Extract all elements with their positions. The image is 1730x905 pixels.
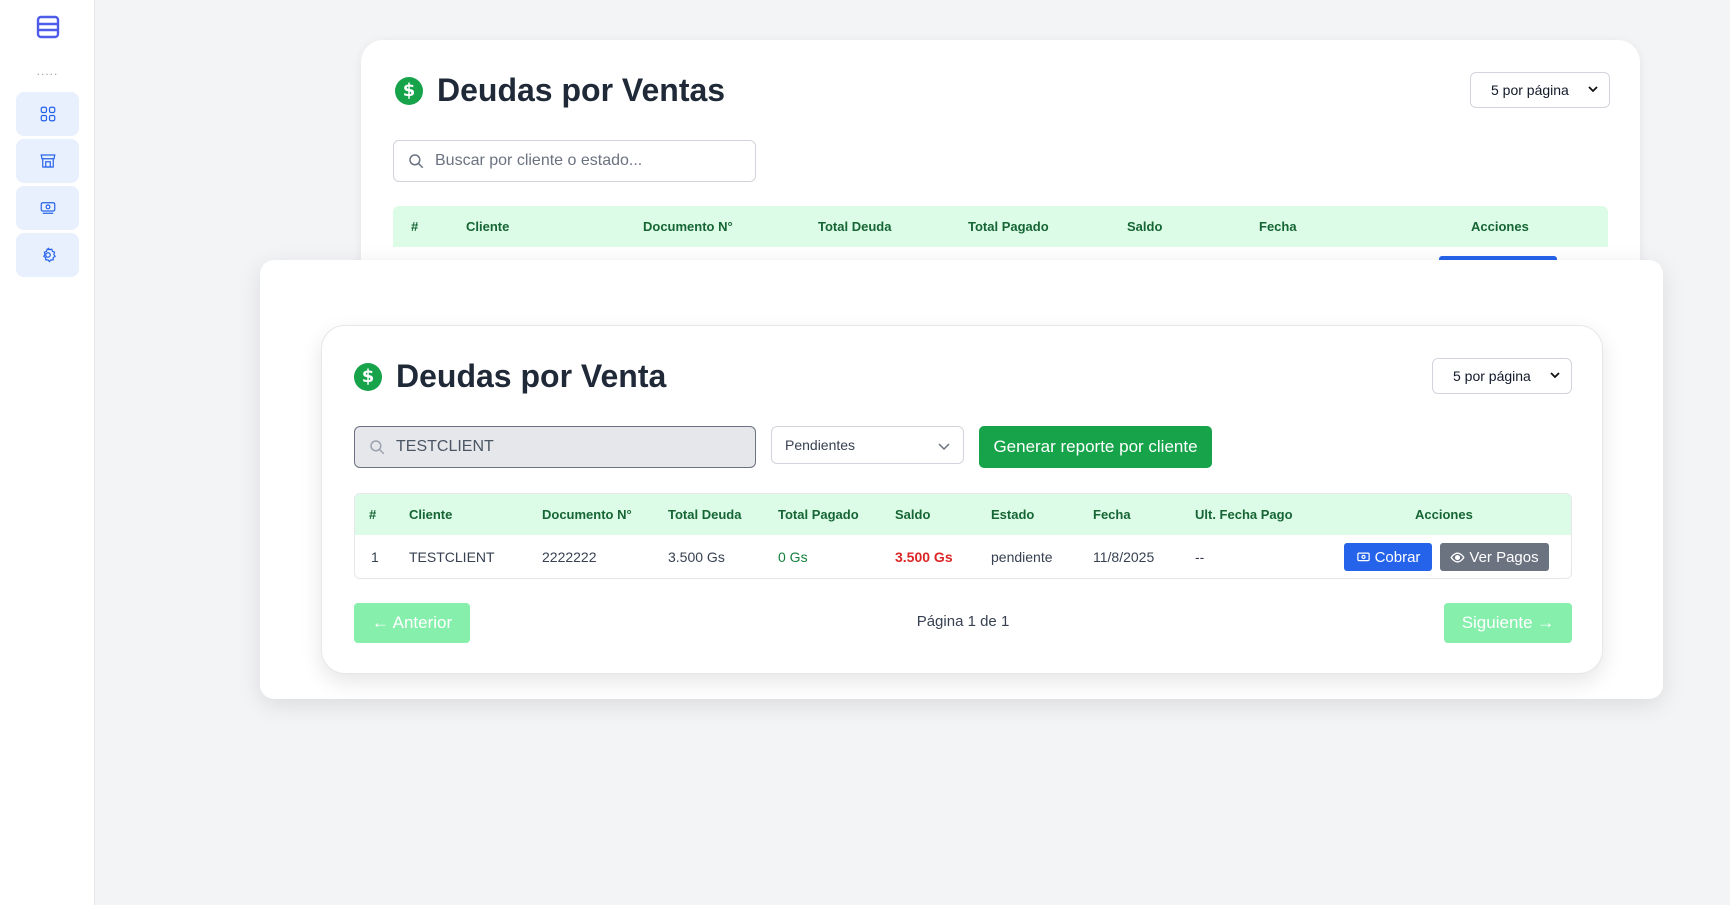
search-icon bbox=[409, 154, 424, 169]
search-placeholder: Buscar por cliente o estado... bbox=[435, 152, 643, 169]
modal-title: Deudas por Venta bbox=[396, 358, 667, 394]
database-menu-icon[interactable] bbox=[36, 15, 60, 39]
ver-pagos-button[interactable]: Ver Pagos bbox=[1440, 543, 1549, 571]
cash-icon bbox=[40, 202, 55, 214]
sidebar: ..... bbox=[0, 0, 95, 905]
col-cliente: Cliente bbox=[466, 219, 510, 234]
col-total-pagado: Total Pagado bbox=[968, 219, 1049, 234]
col-acciones: Acciones bbox=[1415, 507, 1473, 522]
ver-pagos-label: Ver Pagos bbox=[1469, 548, 1539, 566]
sidebar-item-settings[interactable] bbox=[16, 233, 79, 277]
store-icon bbox=[40, 154, 55, 168]
col-num: # bbox=[411, 219, 419, 234]
cell-total-pagado: 0 Gs bbox=[778, 549, 808, 565]
col-fecha: Fecha bbox=[1259, 219, 1297, 234]
cell-saldo: 3.500 Gs bbox=[895, 549, 953, 565]
chevron-down-icon bbox=[1588, 86, 1598, 93]
col-documento: Documento N° bbox=[542, 507, 632, 522]
dollar-icon: $ bbox=[395, 76, 423, 105]
cobrar-label: Cobrar bbox=[1374, 548, 1421, 566]
cell-fecha: 11/8/2025 bbox=[1093, 549, 1155, 565]
per-page-value: 5 por página bbox=[1453, 368, 1531, 384]
sidebar-item-dashboard[interactable] bbox=[16, 92, 79, 136]
col-saldo: Saldo bbox=[1127, 219, 1163, 234]
search-icon bbox=[370, 440, 385, 455]
cobrar-button[interactable]: Cobrar bbox=[1344, 543, 1432, 571]
pagination-info: Página 1 de 1 bbox=[916, 613, 1010, 630]
col-total-deuda: Total Deuda bbox=[668, 507, 742, 522]
debts-table: # Cliente Documento N° Total Deuda Total… bbox=[354, 493, 1572, 579]
col-cliente: Cliente bbox=[409, 507, 453, 522]
cell-documento: 2222222 bbox=[542, 549, 597, 565]
next-page-button[interactable]: Siguiente → bbox=[1444, 603, 1572, 643]
status-filter-value: Pendientes bbox=[785, 437, 856, 453]
page-title: Deudas por Ventas bbox=[437, 72, 726, 108]
eye-icon bbox=[1450, 551, 1465, 563]
status-filter-select[interactable]: Pendientes bbox=[771, 426, 964, 464]
col-fecha: Fecha bbox=[1093, 507, 1131, 522]
per-page-select[interactable]: 5 por página bbox=[1432, 358, 1572, 394]
cell-cliente: TESTCLIENT bbox=[409, 549, 495, 565]
per-page-value: 5 por página bbox=[1491, 82, 1569, 98]
per-page-select[interactable]: 5 por página bbox=[1470, 72, 1610, 108]
table-row: 1 TESTCLIENT 2222222 3.500 Gs 0 Gs 3.500… bbox=[355, 535, 1571, 578]
cell-num: 1 bbox=[371, 549, 379, 565]
sidebar-item-store[interactable] bbox=[16, 139, 79, 183]
sidebar-item-payments[interactable] bbox=[16, 186, 79, 230]
table-header: # Cliente Documento N° Total Deuda Total… bbox=[355, 494, 1571, 535]
page-header: $ Deudas por Ventas bbox=[395, 72, 725, 109]
gear-icon bbox=[42, 247, 56, 263]
col-total-pagado: Total Pagado bbox=[778, 507, 859, 522]
col-total-deuda: Total Deuda bbox=[818, 219, 892, 234]
dollar-icon: $ bbox=[354, 362, 382, 391]
chevron-down-icon bbox=[1550, 372, 1560, 379]
col-acciones: Acciones bbox=[1471, 219, 1529, 234]
cell-ult-fecha-pago: -- bbox=[1195, 549, 1205, 565]
col-documento: Documento N° bbox=[643, 219, 733, 234]
col-num: # bbox=[369, 507, 377, 522]
client-debts-panel: $ Deudas por Venta 5 por página TESTCLIE… bbox=[321, 325, 1603, 674]
sidebar-separator: ..... bbox=[36, 64, 59, 78]
search-input[interactable]: Buscar por cliente o estado... bbox=[393, 140, 756, 182]
col-ult-fecha-pago: Ult. Fecha Pago bbox=[1195, 507, 1293, 522]
col-saldo: Saldo bbox=[895, 507, 931, 522]
generate-report-button[interactable]: Generar reporte por cliente bbox=[979, 426, 1212, 468]
cash-icon bbox=[1356, 552, 1370, 561]
search-input[interactable]: TESTCLIENT bbox=[354, 426, 756, 468]
cell-total-deuda: 3.500 Gs bbox=[668, 549, 725, 565]
modal-header: $ Deudas por Venta bbox=[354, 358, 666, 395]
table-header: # Cliente Documento N° Total Deuda Total… bbox=[393, 206, 1608, 247]
chevron-down-icon bbox=[938, 443, 950, 451]
modal-overlay: $ Deudas por Venta 5 por página TESTCLIE… bbox=[260, 260, 1663, 699]
cell-estado: pendiente bbox=[991, 549, 1053, 565]
col-estado: Estado bbox=[991, 507, 1035, 522]
search-value: TESTCLIENT bbox=[396, 438, 494, 455]
grid-icon bbox=[40, 106, 55, 122]
